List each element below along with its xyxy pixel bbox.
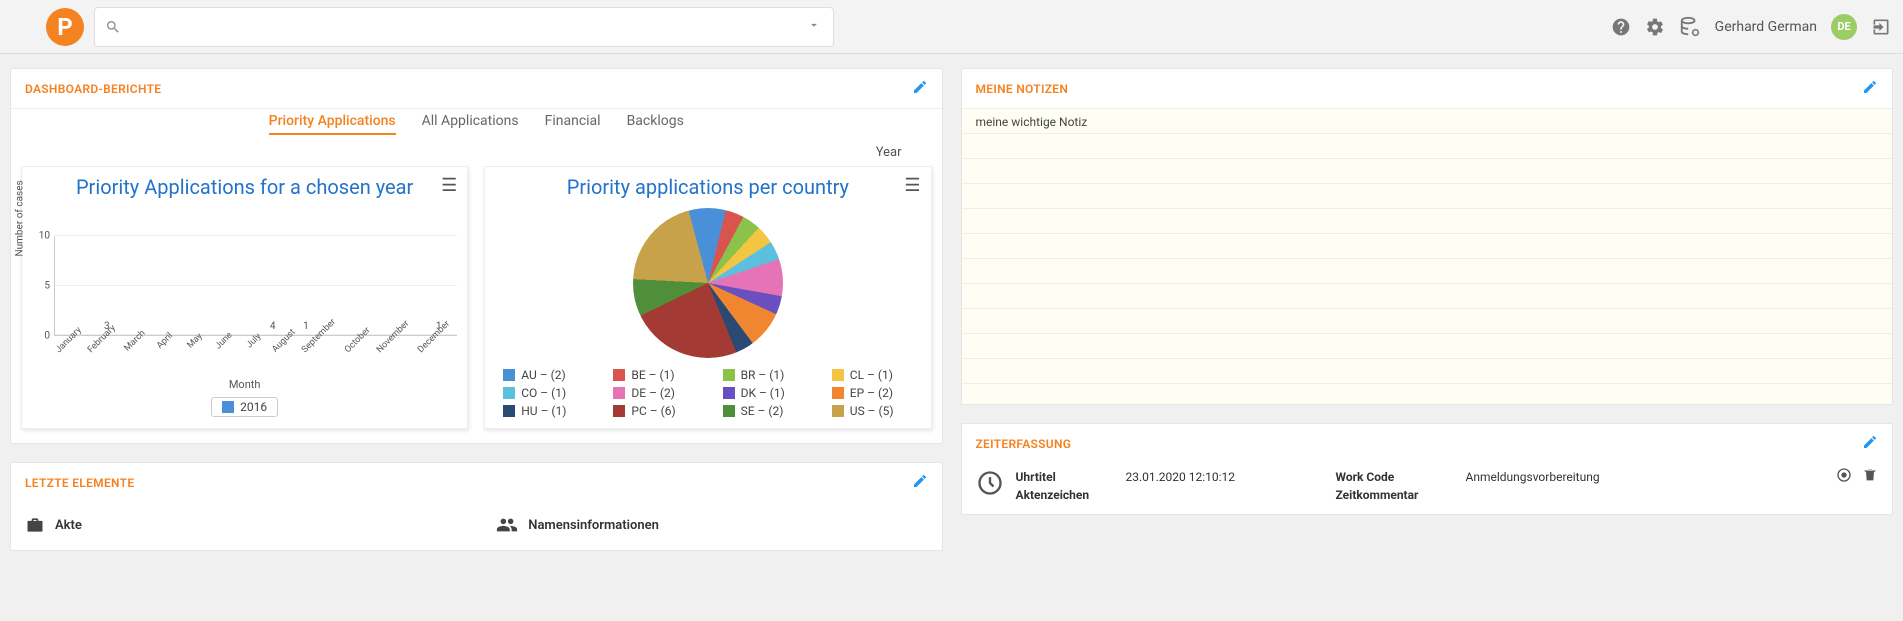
briefcase-icon	[25, 515, 45, 535]
comment-label: Zeitkommentar	[1336, 488, 1456, 502]
main: DASHBOARD-BERICHTE Priority Applications…	[0, 54, 1903, 565]
charts-row: ☰ Priority Applications for a chosen yea…	[11, 166, 942, 443]
time-tracking-card: ZEITERFASSUNG Uhrtitel 23.01.2020 12:10:…	[961, 423, 1894, 515]
workcode-value: Anmeldungsvorbereitung	[1466, 470, 1827, 484]
pie-plot-area	[633, 208, 783, 358]
trash-icon[interactable]	[1862, 467, 1878, 486]
bar-legend: 2016	[32, 397, 457, 417]
pie-legend-item[interactable]: PC – (6)	[613, 404, 694, 418]
tab-priority-applications[interactable]: Priority Applications	[269, 113, 396, 135]
tab-backlogs[interactable]: Backlogs	[627, 113, 684, 135]
bar-plot-area: 341881	[54, 236, 457, 336]
chart-menu-icon[interactable]: ☰	[441, 175, 457, 196]
search-input[interactable]	[129, 19, 823, 35]
recent-col-case-label: Akte	[55, 518, 82, 533]
dashboard-tabs: Priority Applications All Applications Fin…	[11, 108, 942, 145]
recent-elements-card: LETZTE ELEMENTE Akte Namensinformationen	[10, 462, 943, 551]
workcode-label: Work Code	[1336, 470, 1456, 484]
menu-icon[interactable]	[12, 18, 36, 36]
search-icon	[105, 19, 121, 35]
pie-legend-item[interactable]: AU – (2)	[503, 368, 585, 382]
topbar: P Gerhard German DE	[0, 0, 1903, 54]
record-icon[interactable]	[1836, 467, 1852, 486]
chart-menu-icon[interactable]: ☰	[904, 175, 920, 196]
note-text: meine wichtige Notiz	[962, 109, 1893, 135]
caseref-label: Aktenzeichen	[1016, 488, 1116, 502]
time-tracking-title: ZEITERFASSUNG	[976, 437, 1072, 451]
pie-legend-item[interactable]: BE – (1)	[613, 368, 694, 382]
pie-legend-item[interactable]: SE – (2)	[723, 404, 804, 418]
recent-elements-title: LETZTE ELEMENTE	[25, 476, 134, 490]
pie-legend-item[interactable]: HU – (1)	[503, 404, 585, 418]
notes-title: MEINE NOTIZEN	[976, 82, 1069, 96]
dashboard-title: DASHBOARD-BERICHTE	[25, 82, 161, 96]
people-icon	[496, 514, 518, 536]
pie-legend-item[interactable]: DK – (1)	[723, 386, 804, 400]
recent-col-names: Namensinformationen	[496, 514, 927, 536]
notes-card: MEINE NOTIZEN meine wichtige Notiz	[961, 68, 1894, 405]
pie-legend-item[interactable]: CL – (1)	[832, 368, 913, 382]
database-gear-icon[interactable]	[1679, 16, 1701, 38]
pie-legend-item[interactable]: US – (5)	[832, 404, 913, 418]
username-label[interactable]: Gerhard German	[1715, 19, 1817, 35]
logout-icon[interactable]	[1871, 17, 1891, 37]
pie-chart-title: Priority applications per country	[495, 175, 920, 200]
edit-icon[interactable]	[912, 79, 928, 98]
topbar-right: Gerhard German DE	[1611, 14, 1891, 40]
pie-legend-item[interactable]: DE – (2)	[613, 386, 694, 400]
edit-icon[interactable]	[1862, 434, 1878, 453]
avatar[interactable]: DE	[1831, 14, 1857, 40]
gear-icon[interactable]	[1645, 17, 1665, 37]
dashboard-card: DASHBOARD-BERICHTE Priority Applications…	[10, 68, 943, 444]
tab-financial[interactable]: Financial	[545, 113, 601, 135]
right-column: MEINE NOTIZEN meine wichtige Notiz ZEITE…	[961, 68, 1894, 551]
pie-chart: ☰ Priority applications per country AU –…	[484, 166, 931, 429]
timestamp-value: 23.01.2020 12:10:12	[1126, 470, 1326, 484]
recent-col-names-label: Namensinformationen	[528, 518, 659, 533]
app-logo[interactable]: P	[46, 8, 84, 46]
edit-icon[interactable]	[1862, 79, 1878, 98]
y-axis-label: Number of cases	[15, 180, 26, 256]
year-label: Year	[11, 145, 942, 166]
search-box[interactable]	[94, 7, 834, 47]
recent-col-case: Akte	[25, 514, 456, 536]
pie-legend: AU – (2) BE – (1) BR – (1) CL – (1) CO – (1)…	[495, 368, 920, 418]
bar-chart-title: Priority Applications for a chosen year	[32, 175, 457, 200]
pie-legend-item[interactable]: CO – (1)	[503, 386, 585, 400]
left-column: DASHBOARD-BERICHTE Priority Applications…	[10, 68, 943, 551]
pie-legend-item[interactable]: EP – (2)	[832, 386, 913, 400]
bar-legend-label: 2016	[240, 400, 267, 414]
pie-legend-item[interactable]: BR – (1)	[723, 368, 804, 382]
edit-icon[interactable]	[912, 473, 928, 492]
x-axis-label: Month	[32, 378, 457, 391]
clocktitle-label: Uhrtitel	[1016, 470, 1116, 484]
tab-all-applications[interactable]: All Applications	[422, 113, 519, 135]
help-icon[interactable]	[1611, 17, 1631, 37]
bar-chart: ☰ Priority Applications for a chosen yea…	[21, 166, 468, 429]
chevron-down-icon[interactable]	[807, 18, 821, 36]
notes-body[interactable]: meine wichtige Notiz	[962, 108, 1893, 404]
clock-icon	[976, 469, 1004, 501]
